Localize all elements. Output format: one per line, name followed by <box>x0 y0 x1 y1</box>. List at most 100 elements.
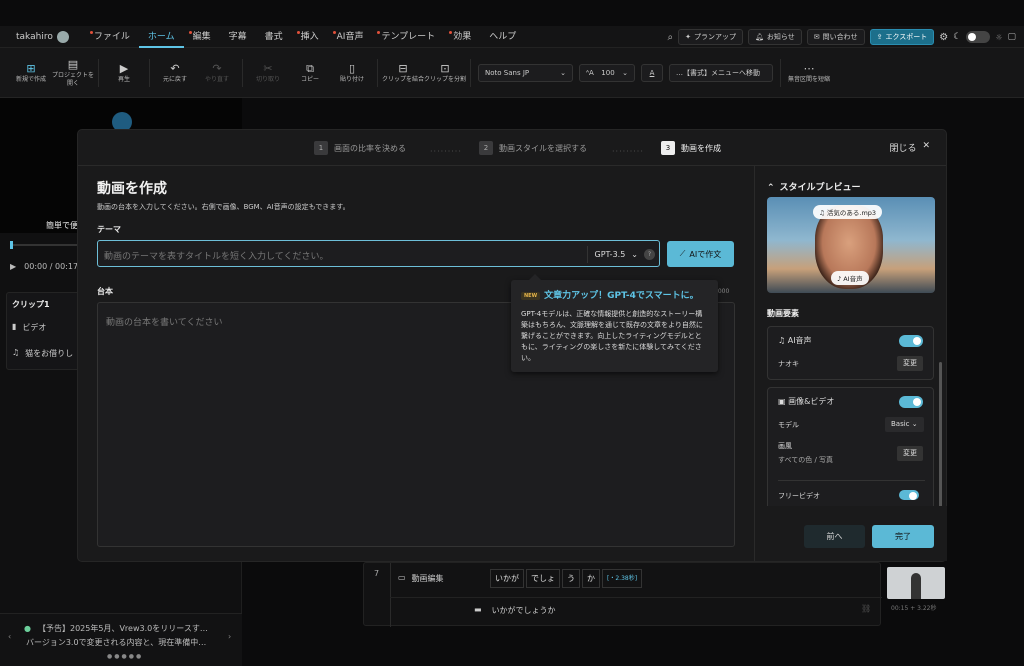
format-menu-button[interactable]: …【書式】メニューへ移動 <box>669 63 773 82</box>
done-button[interactable]: 完了 <box>872 525 934 548</box>
merge-clip-button[interactable]: ⊟ クリップを結合 <box>382 51 424 95</box>
shorten-silence-button[interactable]: ⋯ 無音区間を短縮 <box>785 51 833 95</box>
film-icon: ▤ <box>67 57 79 71</box>
video-icon: ▭ <box>398 573 406 582</box>
page-subtitle: 動画の台本を入力してください。右側で画像、BGM、AI音声の設定もできます。 <box>97 203 350 211</box>
divider <box>242 58 243 87</box>
mail-icon: ✉ <box>813 33 820 41</box>
notice-button[interactable]: 🔔︎ お知らせ <box>747 29 802 45</box>
prev-button[interactable]: 前へ <box>804 525 865 548</box>
scrollbar[interactable] <box>939 362 942 507</box>
music-icon: ♫ <box>12 348 20 357</box>
copy-icon: ⧉ <box>306 61 314 75</box>
plan-up-button[interactable]: ✦ プランアップ <box>678 29 743 45</box>
sun-icon: ☼ <box>995 32 1003 42</box>
export-button[interactable]: ⇪ エクスポート <box>869 29 935 45</box>
undo-button[interactable]: ↶ 元に戻す <box>154 51 196 95</box>
word-chip[interactable]: でしょ <box>526 569 560 588</box>
chat-icon: ● <box>24 624 31 633</box>
menu-template[interactable]: テンプレート <box>372 26 444 48</box>
gap-chip[interactable]: [・2.38秒] <box>602 569 643 588</box>
copy-button[interactable]: ⧉ コピー <box>289 51 331 95</box>
speaker-icon: ♫ <box>778 336 788 345</box>
menu-file[interactable]: ファイル <box>85 26 139 48</box>
tooltip-body: GPT-4モデルは、正確な情報提供と創造的なストーリー構築はもちろん、文脈理解を… <box>521 310 703 362</box>
window-icon[interactable]: ▢ <box>1007 32 1016 42</box>
menu-ai-voice[interactable]: AI音声 <box>328 26 373 48</box>
split-icon: ⊡ <box>440 61 450 75</box>
app-window: takahiro ファイル ホーム 編集 字幕 書式 挿入 AI音声 テンプレー… <box>0 0 1024 666</box>
theme-toggle[interactable] <box>966 31 991 43</box>
tooltip-title: NEW 文章力アップ！GPT-4でスマートに。 <box>521 288 708 301</box>
open-project-button[interactable]: ▤ プロジェクトを開く <box>52 51 94 95</box>
script-placeholder: 動画の台本を書いてください <box>106 318 223 328</box>
news-line-1: 【予告】2025年5月、Vrew3.0をリリースす… <box>38 624 208 633</box>
clip-bgm-row[interactable]: ♫ 猫をお借りし <box>12 348 73 359</box>
play-icon[interactable]: ▶ <box>10 262 16 271</box>
model-select[interactable]: Basic ⌄ <box>885 417 924 432</box>
export-icon: ⇪ <box>876 33 883 41</box>
main-menus: ファイル ホーム 編集 字幕 書式 挿入 AI音声 テンプレート 効果 ヘルプ <box>85 26 525 48</box>
sparkle-icon: ✦ <box>685 33 691 41</box>
theme-input[interactable]: 動画のテーマを表すタイトルを短く入力してください。 GPT-3.5 ⌄ ? <box>97 240 660 267</box>
image-icon: ▣ <box>778 397 789 406</box>
avatar[interactable] <box>56 30 69 43</box>
chevron-left-icon[interactable]: ‹ <box>8 630 11 644</box>
new-project-button[interactable]: ⊞ 新規で作成 <box>10 51 52 95</box>
gear-icon[interactable]: ⚙ <box>939 32 948 43</box>
create-video-modal: 1 画面の比率を決める ········· 2 動画スタイルを選択する ······… <box>78 130 947 561</box>
redo-icon: ↷ <box>212 61 222 75</box>
menu-bar: takahiro ファイル ホーム 編集 字幕 書式 挿入 AI音声 テンプレー… <box>0 26 1024 48</box>
menu-format[interactable]: 書式 <box>256 26 292 48</box>
font-select[interactable]: Noto Sans JP ⌄ <box>478 63 573 82</box>
text-color-button[interactable]: A <box>641 63 663 82</box>
close-button[interactable]: 閉じる ✕ <box>889 141 930 154</box>
link-icon[interactable]: ⛓ <box>861 604 871 613</box>
redo-button[interactable]: ↷ やり直す <box>196 51 238 95</box>
ai-write-button[interactable]: ⟋ AIで作文 <box>667 241 734 267</box>
user-account[interactable]: takahiro <box>16 30 69 43</box>
model-label: モデル <box>778 421 799 429</box>
font-size-select[interactable]: ᴬA 100 ⌄ <box>579 63 635 82</box>
subtitle-row[interactable]: ▬ いかがでしょうか <box>474 605 556 616</box>
style-change-button[interactable]: 変更 <box>897 446 923 461</box>
menu-effects[interactable]: 効果 <box>444 26 480 48</box>
clip-thumbnail[interactable] <box>887 567 945 599</box>
split-clip-button[interactable]: ⊡ クリップを分割 <box>424 51 466 95</box>
help-icon[interactable]: ? <box>644 249 655 260</box>
clip-video-row[interactable]: ▮ ビデオ <box>12 322 46 333</box>
paste-button[interactable]: ▯ 貼り付け <box>331 51 373 95</box>
play-button[interactable]: ▶ 再生 <box>103 51 145 95</box>
word-chip[interactable]: いかが <box>490 569 524 588</box>
chevron-down-icon: ⌄ <box>622 68 628 77</box>
ai-voice-toggle[interactable] <box>899 335 923 347</box>
model-select[interactable]: GPT-3.5 ⌄ ? <box>586 246 655 263</box>
image-video-toggle[interactable] <box>899 396 923 408</box>
divider <box>98 58 99 87</box>
pagination-dots[interactable]: ●●●●● <box>107 653 143 660</box>
menu-insert[interactable]: 挿入 <box>292 26 328 48</box>
search-icon[interactable]: ⌕ <box>667 32 673 43</box>
menu-subtitle[interactable]: 字幕 <box>220 26 256 48</box>
image-video-label: ▣ 画像&ビデオ <box>778 397 835 406</box>
timeline-clip-row[interactable]: 7 ▭ 動画編集 いかが でしょ う か [・2.38秒] ▬ いかがでしょうか ⛓ <box>363 562 882 627</box>
contact-button[interactable]: ✉ 問い合わせ <box>806 29 865 45</box>
bgm-tag: ♫ 活気のある.mp3 <box>813 205 883 219</box>
play-icon: ▶ <box>119 61 129 75</box>
free-video-toggle[interactable] <box>899 490 919 500</box>
menu-help[interactable]: ヘルプ <box>480 26 525 48</box>
menu-home[interactable]: ホーム <box>138 26 184 48</box>
menu-edit[interactable]: 編集 <box>184 26 220 48</box>
music-icon: ♫ <box>819 209 827 217</box>
font-size-icon: ᴬA <box>586 68 594 77</box>
moon-icon: ☾ <box>953 32 962 42</box>
style-preview-title[interactable]: ⌃ スタイルプレビュー <box>767 180 861 193</box>
text-color-icon: A <box>649 68 655 77</box>
voice-change-button[interactable]: 変更 <box>897 356 923 371</box>
word-chip[interactable]: う <box>562 569 580 588</box>
word-chip[interactable]: か <box>582 569 600 588</box>
cut-button[interactable]: ✂ 切り取り <box>247 51 289 95</box>
theme-label: テーマ <box>97 225 121 234</box>
chevron-right-icon[interactable]: › <box>228 630 231 644</box>
divider <box>470 58 471 87</box>
